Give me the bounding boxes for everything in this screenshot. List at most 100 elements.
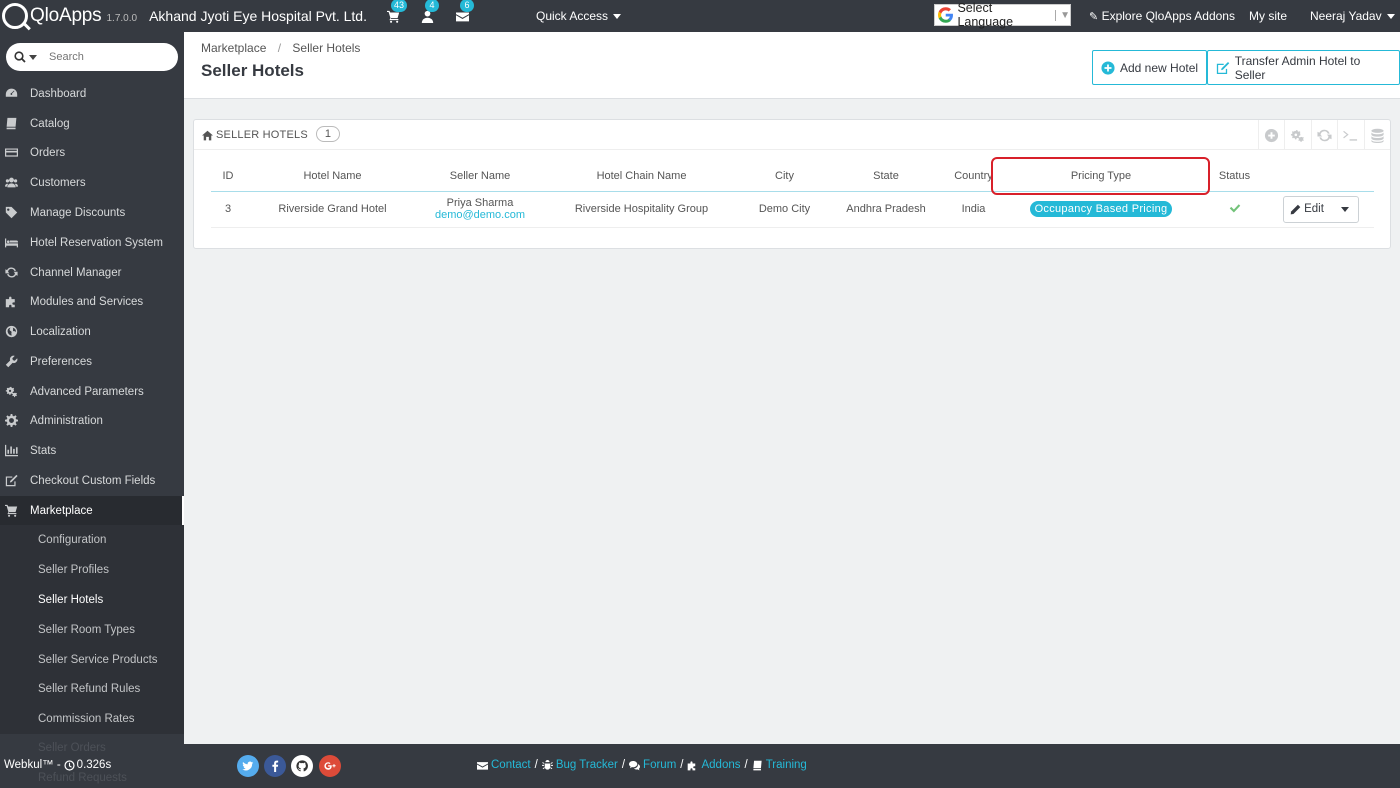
google-plus-link[interactable] <box>319 755 341 777</box>
column-header-hotel-name[interactable]: Hotel Name <box>245 162 420 192</box>
sidebar-subitem-commission-rates[interactable]: Commission Rates <box>0 704 184 734</box>
refresh-tool-button[interactable] <box>1310 120 1338 150</box>
list-count-badge: 1 <box>315 126 341 142</box>
refresh-icon <box>5 266 18 279</box>
sidebar-subitem-seller-orders[interactable]: Seller Orders <box>38 742 106 754</box>
sidebar-item-catalog[interactable]: Catalog <box>0 109 184 138</box>
breadcrumb: Marketplace / Seller Hotels <box>201 41 360 55</box>
add-new-hotel-button[interactable]: Add new Hotel <box>1092 50 1208 85</box>
addons-link[interactable]: Addons <box>687 759 741 771</box>
page-header: Marketplace / Seller Hotels Seller Hotel… <box>184 32 1400 99</box>
bug-tracker-link[interactable]: Bug Tracker <box>541 759 618 771</box>
user-menu[interactable]: Neeraj Yadav <box>1310 9 1395 23</box>
sidebar-item-modules[interactable]: Modules and Services <box>0 287 184 316</box>
add-new-hotel-label: Add new Hotel <box>1120 60 1199 75</box>
sidebar-subitem-seller-hotels[interactable]: Seller Hotels <box>0 585 184 615</box>
cell-hotel-name: Riverside Grand Hotel <box>245 191 420 228</box>
sidebar-item-label: Localization <box>30 325 91 338</box>
language-select[interactable]: Select Language ▼ <box>934 1 1071 29</box>
settings-tool-button[interactable] <box>1284 120 1311 150</box>
column-header-status[interactable]: Status <box>1201 162 1268 192</box>
cell-city: Demo City <box>743 191 826 228</box>
qloapps-logo[interactable]: QloApps 1.7.0.0 <box>0 0 137 32</box>
panel-title: Seller Hotels 1 <box>202 126 341 142</box>
cell-state: Andhra Pradesh <box>826 191 946 228</box>
explore-addons-label: Explore QloApps Addons <box>1101 9 1235 23</box>
sidebar-item-checkout-custom-fields[interactable]: Checkout Custom Fields <box>0 466 184 495</box>
sidebar-item-hotel-reservation[interactable]: Hotel Reservation System <box>0 228 184 257</box>
row-actions-group: Edit <box>1283 195 1359 223</box>
sidebar-item-preferences[interactable]: Preferences <box>0 347 184 376</box>
sidebar-item-label: Catalog <box>30 117 70 130</box>
chevron-down-icon <box>1341 206 1350 212</box>
edit-button[interactable]: Edit <box>1284 197 1331 222</box>
seller-email-link[interactable]: demo@demo.com <box>420 209 540 221</box>
sidebar-item-manage-discounts[interactable]: Manage Discounts <box>0 198 184 227</box>
footer-separator: / <box>680 759 684 771</box>
search-input[interactable] <box>49 51 159 63</box>
search-box[interactable] <box>6 43 178 71</box>
column-header-id[interactable]: ID <box>211 162 245 192</box>
row-actions-dropdown[interactable] <box>1331 197 1358 222</box>
cogs-icon <box>1291 129 1305 142</box>
explore-addons-link[interactable]: ✎ Explore QloApps Addons <box>1089 9 1235 23</box>
chevron-down-icon <box>613 14 622 20</box>
sidebar-item-advanced-parameters[interactable]: Advanced Parameters <box>0 377 184 406</box>
contact-link[interactable]: Contact <box>477 759 531 771</box>
plus-circle-icon <box>1101 60 1115 75</box>
sidebar-subitem-seller-room-types[interactable]: Seller Room Types <box>0 615 184 645</box>
sidebar-subitem-refund-requests[interactable]: Refund Requests <box>38 772 127 784</box>
github-link[interactable] <box>291 755 313 777</box>
check-icon[interactable] <box>1229 202 1241 214</box>
sidebar-item-label: Checkout Custom Fields <box>30 474 156 487</box>
cart-icon <box>5 504 18 517</box>
transfer-admin-hotel-button[interactable]: Transfer Admin Hotel to Seller <box>1207 50 1400 85</box>
sidebar-subitem-configuration[interactable]: Configuration <box>0 525 184 555</box>
customers-notification[interactable]: 4 <box>420 0 439 24</box>
twitter-link[interactable] <box>237 755 259 777</box>
globe-icon <box>5 325 18 338</box>
breadcrumb-item[interactable]: Seller Hotels <box>292 41 360 55</box>
envelope-icon <box>477 761 488 770</box>
shop-name[interactable]: Akhand Jyoti Eye Hospital Pvt. Ltd. <box>149 8 367 24</box>
training-link[interactable]: Training <box>752 759 807 771</box>
sidebar-item-label: Hotel Reservation System <box>30 236 163 249</box>
my-site-link[interactable]: My site <box>1249 9 1287 23</box>
messages-notification[interactable]: 6 <box>455 0 474 24</box>
sql-query-tool-button[interactable] <box>1337 120 1364 150</box>
footer-separator: / <box>534 759 538 771</box>
sidebar-item-localization[interactable]: Localization <box>0 317 184 346</box>
orders-badge: 43 <box>390 0 407 12</box>
column-header-city[interactable]: City <box>743 162 826 192</box>
quick-access-menu[interactable]: Quick Access <box>536 9 622 23</box>
users-icon <box>5 176 18 189</box>
breadcrumb-item[interactable]: Marketplace <box>201 41 266 55</box>
sidebar-item-stats[interactable]: Stats <box>0 436 184 465</box>
add-tool-button[interactable] <box>1257 120 1285 150</box>
sidebar-subitem-seller-profiles[interactable]: Seller Profiles <box>0 555 184 585</box>
column-header-seller-name[interactable]: Seller Name <box>420 162 540 192</box>
breadcrumb-separator: / <box>277 41 282 55</box>
forum-link[interactable]: Forum <box>629 759 676 771</box>
sidebar-item-marketplace[interactable]: Marketplace <box>0 496 184 525</box>
addons-label: Addons <box>701 759 741 771</box>
sidebar-item-channel-manager[interactable]: Channel Manager <box>0 258 184 287</box>
sidebar-subitem-seller-refund-rules[interactable]: Seller Refund Rules <box>0 674 184 704</box>
column-header-hotel-chain[interactable]: Hotel Chain Name <box>540 162 743 192</box>
sidebar-item-label: Marketplace <box>30 504 93 517</box>
export-tool-button[interactable] <box>1363 120 1391 150</box>
panel-heading: Seller Hotels 1 <box>194 120 1390 150</box>
sidebar-subitem-seller-service-products[interactable]: Seller Service Products <box>0 645 184 675</box>
seller-hotels-panel: Seller Hotels 1 ID Hotel Name <box>193 119 1391 249</box>
facebook-link[interactable] <box>264 755 286 777</box>
cell-status <box>1201 191 1268 228</box>
column-header-state[interactable]: State <box>826 162 946 192</box>
sidebar-item-orders[interactable]: Orders <box>0 138 184 167</box>
orders-notification[interactable]: 43 <box>386 0 407 24</box>
book-icon <box>753 760 762 770</box>
sidebar-item-dashboard[interactable]: Dashboard <box>0 79 184 108</box>
table-row[interactable]: 3 Riverside Grand Hotel Priya Sharma dem… <box>211 191 1374 228</box>
sidebar-item-customers[interactable]: Customers <box>0 168 184 197</box>
book-icon <box>5 117 18 130</box>
sidebar-item-administration[interactable]: Administration <box>0 406 184 435</box>
